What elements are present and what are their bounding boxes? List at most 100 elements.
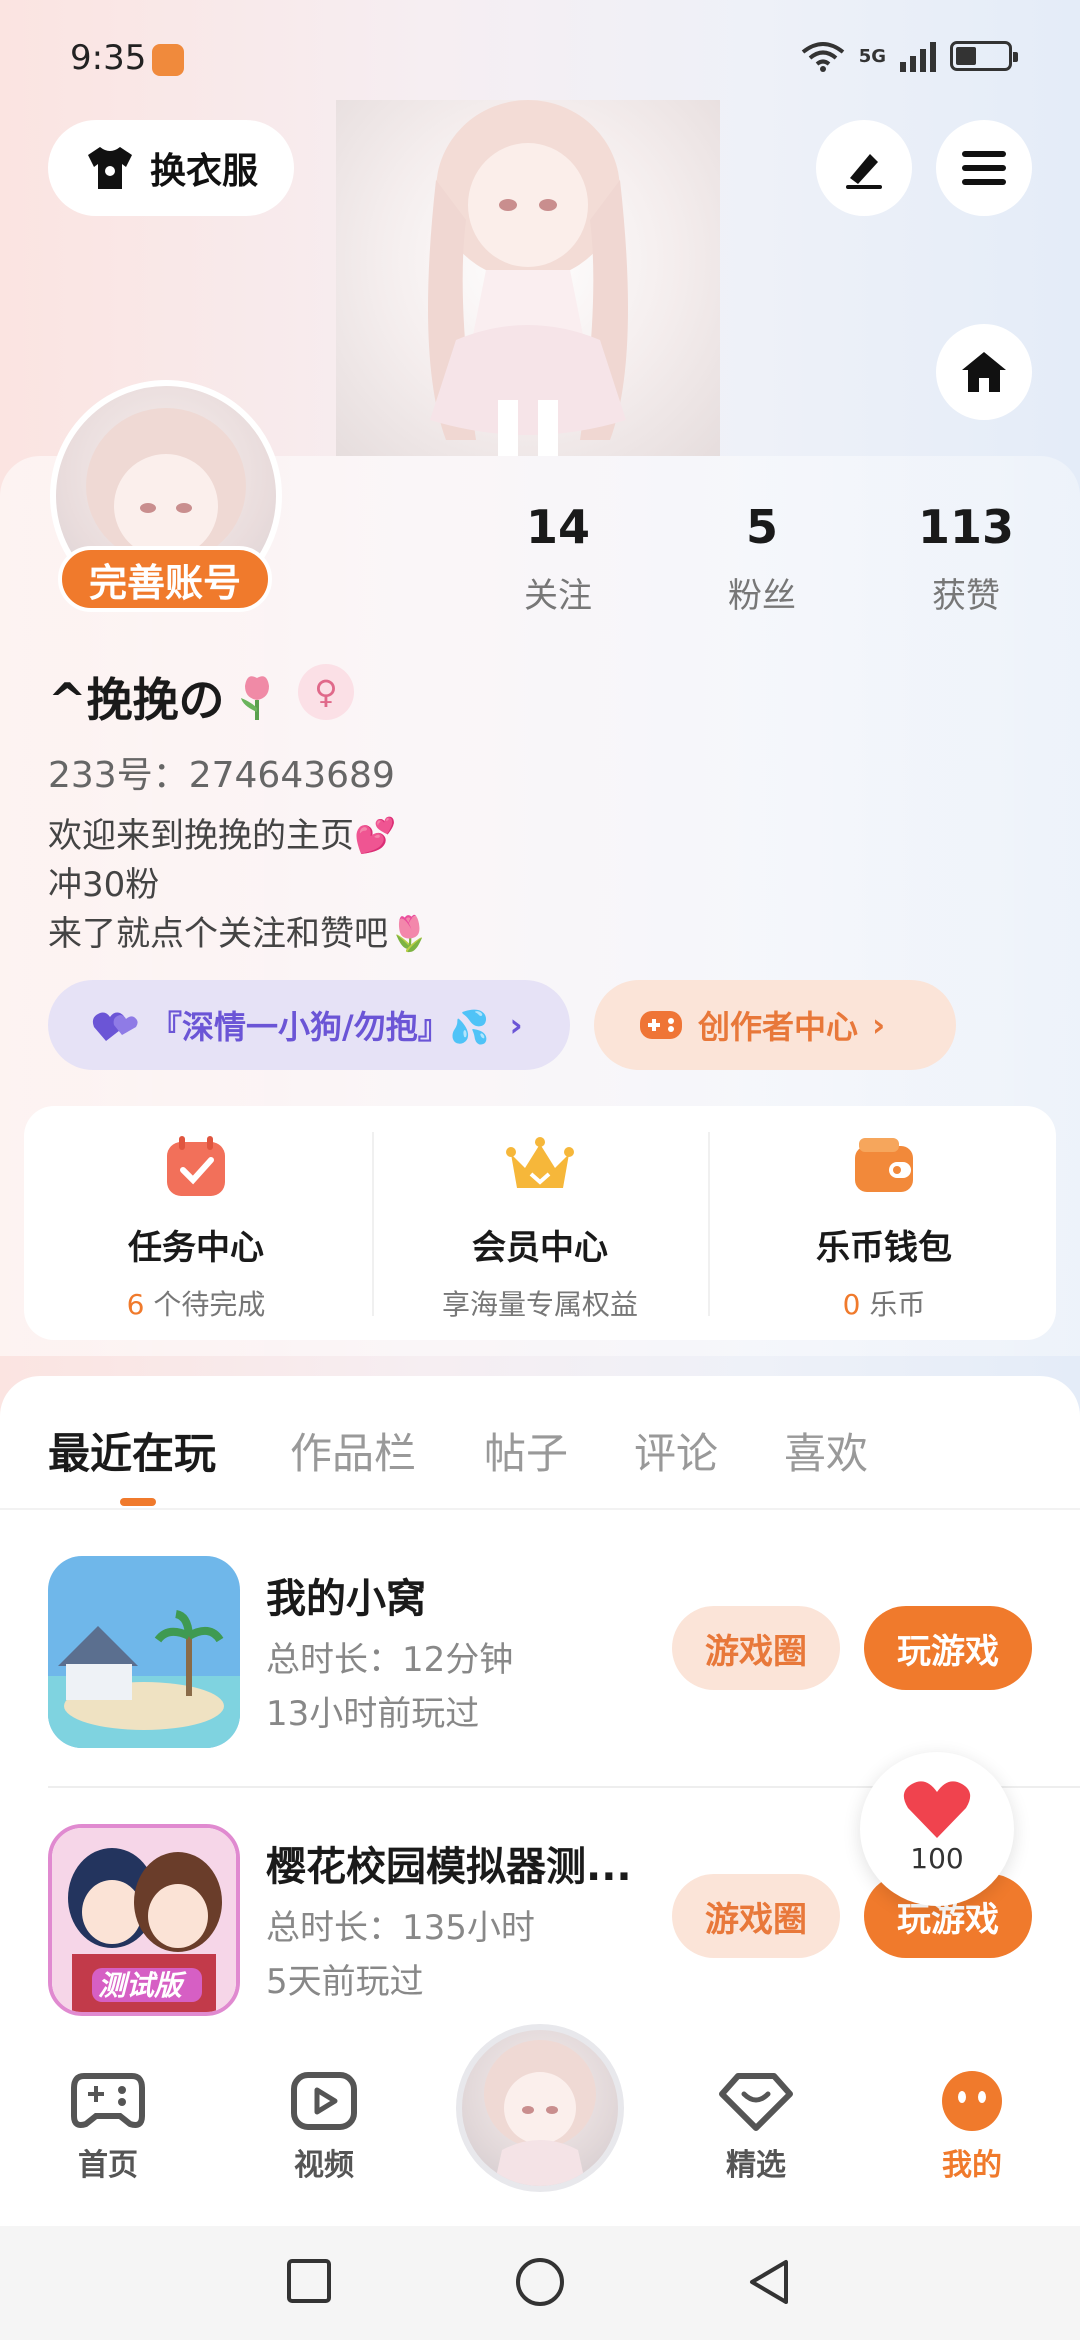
- chevron-right-icon: ›: [509, 1006, 523, 1044]
- network-type: 5G: [858, 45, 886, 67]
- tab-works[interactable]: 作品栏: [290, 1420, 416, 1481]
- tshirt-icon: [87, 147, 132, 189]
- heart-icon: [903, 1781, 971, 1838]
- game-duration: 总时长：135小时: [266, 1908, 535, 1948]
- nav-home[interactable]: 首页: [38, 2070, 178, 2184]
- nav-video[interactable]: 视频: [254, 2070, 394, 2184]
- stat-following[interactable]: 14 关注: [478, 500, 638, 617]
- wallet-icon: [855, 1138, 913, 1192]
- wifi-icon: [801, 42, 844, 72]
- quick-action-sub-text: 乐币: [860, 1288, 926, 1321]
- house-icon: [962, 352, 1006, 392]
- stat-value: 5: [745, 500, 778, 554]
- wallet-button[interactable]: 乐币钱包 0 乐币: [712, 1106, 1056, 1340]
- gender-female-icon: ♀: [298, 664, 354, 720]
- game-circle-button[interactable]: 游戏圈: [672, 1606, 840, 1690]
- quick-action-sub: 6 个待完成: [24, 1283, 368, 1323]
- beta-label: 测试版: [98, 1969, 183, 2002]
- game-title: 樱花校园模拟器测...: [266, 1844, 632, 1890]
- game-circle-button[interactable]: 游戏圈: [672, 1874, 840, 1958]
- family-tag-button[interactable]: 『深情一小狗/勿抱』💦 ›: [48, 980, 570, 1070]
- game-last-played: 13小时前玩过: [266, 1694, 480, 1734]
- status-time: 9:35: [70, 38, 147, 78]
- play-video-icon: [291, 2072, 357, 2130]
- gamepad-icon: [71, 2073, 145, 2128]
- quick-actions-card: 任务中心 6 个待完成 会员中心 享海量专属权益 乐币钱包 0 乐币: [24, 1106, 1056, 1340]
- content-tabs: 最近在玩 作品栏 帖子 评论 喜欢: [0, 1400, 1080, 1510]
- center-avatar-button[interactable]: [456, 2024, 624, 2192]
- stat-likes[interactable]: 113 获赞: [886, 500, 1046, 617]
- bio-line: 冲30粉: [48, 865, 160, 905]
- tab-likes[interactable]: 喜欢: [784, 1420, 868, 1481]
- crown-icon: [506, 1137, 574, 1188]
- avatar-character-image[interactable]: [336, 100, 720, 456]
- play-game-button[interactable]: 玩游戏: [864, 1606, 1032, 1690]
- creator-center-label: 创作者中心: [698, 1008, 859, 1046]
- task-center-button[interactable]: 任务中心 6 个待完成: [24, 1106, 368, 1340]
- face-icon: [942, 2071, 1002, 2131]
- pending-count: 6: [126, 1288, 145, 1321]
- username-text: ^挽挽の: [48, 673, 225, 727]
- stat-label: 粉丝: [728, 576, 796, 616]
- tab-comments[interactable]: 评论: [634, 1420, 718, 1481]
- quick-action-title: 会员中心: [472, 1228, 608, 1268]
- bio-line: 来了就点个关注和赞吧🌷: [48, 914, 431, 954]
- stat-label: 获赞: [932, 576, 1000, 616]
- quick-action-title: 任务中心: [128, 1228, 264, 1268]
- diamond-heart-icon: [719, 2073, 793, 2131]
- home-space-button[interactable]: [936, 324, 1032, 420]
- game-icon: [48, 1556, 240, 1748]
- tulip-icon: [240, 676, 269, 720]
- game-title: 我的小窝: [266, 1576, 426, 1622]
- chevron-right-icon: ›: [872, 1006, 886, 1044]
- gamepad-icon: [640, 1011, 682, 1039]
- pen-icon: [846, 154, 882, 189]
- active-tab-indicator: [120, 1498, 156, 1506]
- quick-action-sub: 0 乐币: [712, 1283, 1056, 1323]
- stat-value: 14: [525, 500, 590, 554]
- creator-center-button[interactable]: 创作者中心 ›: [594, 980, 956, 1070]
- home-circle-icon[interactable]: [514, 2256, 566, 2308]
- nav-label: 视频: [294, 2148, 354, 2183]
- game-duration: 总时长：12分钟: [266, 1640, 514, 1680]
- edit-profile-button[interactable]: [816, 120, 912, 216]
- game-list-item[interactable]: 我的小窝 总时长：12分钟 13小时前玩过 游戏圈 玩游戏: [48, 1536, 1080, 1766]
- nav-featured[interactable]: 精选: [686, 2070, 826, 2184]
- profile-stats: 14 关注 5 粉丝 113 获赞: [0, 500, 1080, 620]
- calendar-check-icon: [167, 1136, 225, 1196]
- avatar-portrait: [484, 2040, 596, 2186]
- divider: [0, 1508, 1080, 1510]
- character-illustration: [428, 100, 628, 456]
- notification-app-icon: [152, 44, 184, 76]
- like-bubble[interactable]: 100: [860, 1752, 1014, 1906]
- status-icons: 5G: [801, 40, 1018, 72]
- username: ^挽挽の: [48, 664, 279, 730]
- menu-button[interactable]: [936, 120, 1032, 216]
- change-outfit-button[interactable]: 换衣服: [48, 120, 294, 216]
- like-count: 100: [910, 1842, 964, 1875]
- quick-action-sub-text: 个待完成: [144, 1288, 266, 1321]
- hamburger-menu-icon: [962, 151, 1006, 185]
- coin-count: 0: [842, 1288, 861, 1321]
- stat-followers[interactable]: 5 粉丝: [682, 500, 842, 617]
- hearts-icon: [92, 1012, 138, 1041]
- bio: 欢迎来到挽挽的主页💕 冲30粉 来了就点个关注和赞吧🌷: [48, 812, 430, 959]
- nav-label: 我的: [942, 2148, 1002, 2183]
- tab-posts[interactable]: 帖子: [484, 1420, 568, 1481]
- back-triangle-icon[interactable]: [744, 2256, 794, 2308]
- user-id[interactable]: 233号：274643689: [48, 746, 395, 798]
- stat-label: 关注: [524, 576, 592, 616]
- quick-action-title: 乐币钱包: [816, 1228, 952, 1268]
- tab-recently-played[interactable]: 最近在玩: [48, 1420, 216, 1481]
- nav-mine[interactable]: 我的: [902, 2070, 1042, 2184]
- battery-icon: [950, 41, 1018, 71]
- member-center-button[interactable]: 会员中心 享海量专属权益: [368, 1106, 712, 1340]
- game-last-played: 5天前玩过: [266, 1962, 424, 2002]
- quick-action-sub: 享海量专属权益: [441, 1288, 638, 1321]
- change-outfit-label: 换衣服: [149, 151, 258, 192]
- family-tag-label: 『深情一小狗/勿抱』💦: [150, 1008, 490, 1046]
- game-icon: 测试版: [48, 1824, 240, 2016]
- divider: [708, 1132, 710, 1316]
- recent-apps-icon[interactable]: [284, 2256, 334, 2306]
- nav-label: 精选: [726, 2148, 786, 2183]
